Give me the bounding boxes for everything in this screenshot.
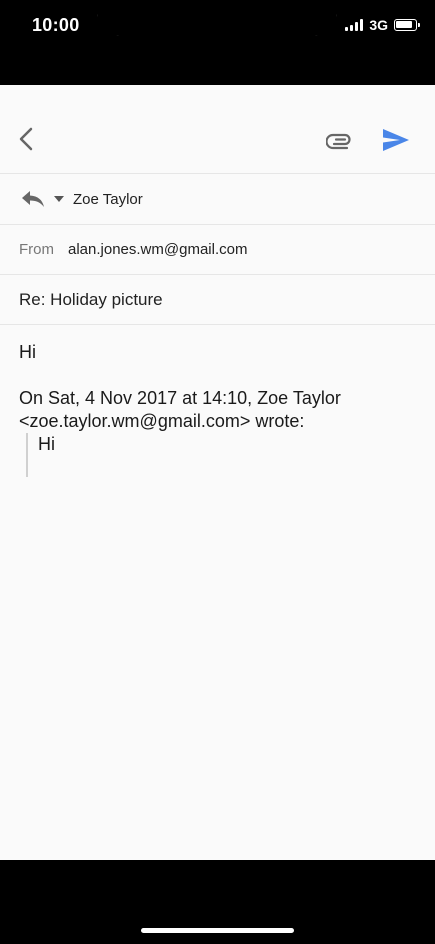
recipient-name: Zoe Taylor	[73, 190, 143, 208]
body-greeting: Hi	[19, 342, 36, 362]
chevron-left-icon	[19, 127, 33, 151]
from-label: From	[19, 241, 54, 258]
from-address: alan.jones.wm@gmail.com	[68, 241, 248, 258]
signal-icon	[345, 19, 364, 31]
quote-header-line1: On Sat, 4 Nov 2017 at 14:10, Zoe Taylor	[19, 388, 341, 408]
quoted-message: Hi	[26, 433, 416, 477]
quoted-text: Hi	[38, 434, 55, 454]
notch	[97, 0, 337, 36]
status-time: 10:00	[32, 15, 80, 35]
quote-header-line2: <zoe.taylor.wm@gmail.com> wrote:	[19, 411, 305, 431]
compose-toolbar	[0, 85, 435, 174]
battery-icon	[394, 19, 420, 31]
from-row[interactable]: From alan.jones.wm@gmail.com	[0, 225, 435, 275]
subject-field[interactable]: Re: Holiday picture	[19, 290, 163, 310]
send-icon	[383, 129, 409, 151]
send-button[interactable]	[381, 127, 411, 153]
paperclip-icon	[326, 133, 351, 150]
status-bar: 10:00 3G	[0, 0, 435, 52]
compose-screen: Zoe Taylor From alan.jones.wm@gmail.com …	[0, 85, 435, 860]
attach-button[interactable]	[326, 129, 354, 151]
home-indicator[interactable]	[141, 928, 294, 933]
message-body[interactable]: Hi On Sat, 4 Nov 2017 at 14:10, Zoe Tayl…	[0, 325, 435, 477]
caret-down-icon[interactable]	[53, 195, 65, 203]
status-indicators: 3G	[345, 17, 420, 33]
subject-row[interactable]: Re: Holiday picture	[0, 275, 435, 325]
reply-recipient-row[interactable]: Zoe Taylor	[0, 174, 435, 225]
network-type: 3G	[369, 17, 388, 33]
back-button[interactable]	[14, 125, 38, 153]
reply-icon	[22, 191, 44, 207]
